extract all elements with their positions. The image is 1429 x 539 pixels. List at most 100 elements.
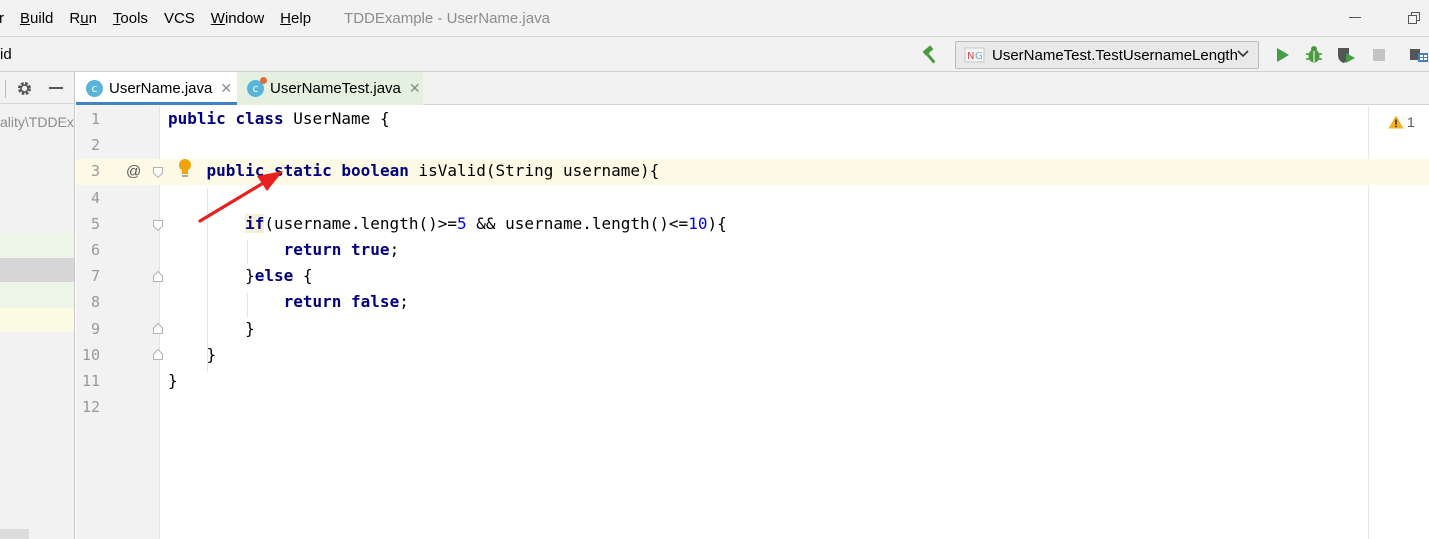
menu-item[interactable]: Window (211, 10, 264, 27)
editor-tabs: c UserName.java ✕ c UserNameTest.java ✕ (76, 72, 1429, 105)
code-token: UserName { (283, 109, 390, 128)
close-tab-icon[interactable]: ✕ (409, 80, 421, 97)
line-number: 9 (90, 319, 100, 338)
line-number: 7 (90, 267, 100, 286)
lightbulb-icon[interactable] (177, 158, 193, 178)
line-number: 8 (90, 293, 100, 312)
code-line[interactable]: return true; (168, 240, 400, 259)
breadcrumb[interactable]: id (0, 46, 12, 63)
code-token: false (351, 292, 400, 312)
tab-username-java[interactable]: c UserName.java ✕ (76, 72, 237, 105)
window-title: TDDExample - UserName.java (344, 9, 550, 27)
menu-items: r Build Run Tools VCS Window Help (0, 10, 327, 27)
chevron-down-icon (1237, 50, 1249, 58)
line-number: 5 (90, 214, 100, 233)
menu-item[interactable]: r (0, 10, 4, 27)
run-configuration-label: UserNameTest.TestUsernameLength (992, 46, 1238, 64)
project-tree-row[interactable] (0, 308, 74, 332)
menu-item[interactable]: Tools (113, 10, 148, 27)
code-token: { (293, 266, 313, 286)
code-token: } (168, 371, 178, 390)
code-token: && username.length()<= (466, 213, 689, 233)
fold-icon[interactable] (153, 220, 163, 231)
code-token: public (168, 109, 226, 128)
code-line[interactable]: return false; (168, 292, 409, 311)
line-number: 11 (81, 372, 100, 390)
annotation-arrow (198, 171, 283, 223)
menu-item[interactable]: VCS (164, 10, 195, 27)
project-structure-icon[interactable] (1409, 45, 1429, 65)
minimize-window-icon[interactable] (1349, 17, 1361, 18)
code-token: isValid(String username){ (408, 161, 660, 181)
run-configuration-select[interactable]: N G UserNameTest.TestUsernameLength (955, 41, 1259, 69)
project-tree-row-selected[interactable] (0, 258, 74, 282)
warning-count: 1 (1407, 114, 1415, 130)
line-number: 3 (90, 162, 100, 181)
line-number: 6 (90, 241, 100, 259)
code-line[interactable]: } (168, 344, 217, 364)
code-line[interactable]: } (168, 319, 255, 338)
active-tab-indicator (76, 102, 237, 105)
code-line[interactable]: }else { (168, 266, 313, 286)
project-tree-row[interactable] (0, 233, 74, 257)
code-token: 10 (688, 213, 708, 233)
menu-item[interactable]: Help (280, 10, 311, 27)
svg-text:N: N (967, 51, 974, 62)
horizontal-scrollbar[interactable] (0, 529, 29, 539)
project-panel-header (0, 72, 74, 104)
run-icon[interactable] (1272, 45, 1292, 65)
code-token: return (283, 292, 342, 312)
menu-bar: r Build Run Tools VCS Window Help TDDExample -… (0, 0, 1429, 36)
fold-icon[interactable] (153, 167, 163, 178)
fold-end-icon[interactable] (153, 349, 163, 360)
line-number: 2 (90, 136, 100, 155)
close-tab-icon[interactable]: ✕ (220, 80, 232, 97)
stop-icon[interactable] (1369, 45, 1389, 65)
code-token: return (283, 240, 342, 259)
svg-text:G: G (975, 51, 983, 62)
restore-window-icon[interactable] (1408, 12, 1420, 24)
hide-panel-icon[interactable] (49, 87, 63, 89)
warning-icon (1388, 115, 1404, 129)
coverage-icon[interactable] (1336, 45, 1356, 65)
menu-item[interactable]: Build (20, 10, 53, 27)
code-token: 5 (456, 213, 467, 233)
gear-icon[interactable] (16, 80, 33, 97)
class-icon: c (86, 80, 103, 97)
tab-label: UserName.java (109, 80, 213, 97)
debug-icon[interactable] (1304, 45, 1324, 65)
project-tree-row[interactable] (0, 283, 74, 307)
hammer-icon[interactable] (920, 45, 940, 65)
code-token: } (168, 344, 217, 364)
code-token: else (254, 266, 294, 286)
line-number: 4 (90, 188, 100, 207)
implements-marker-icon[interactable]: @ (126, 163, 141, 180)
code-token: class (235, 109, 284, 128)
tab-label: UserNameTest.java (270, 80, 401, 97)
code-line[interactable]: public class UserName { (168, 109, 390, 128)
test-config-icon: N G (964, 46, 986, 64)
code-token: true (351, 240, 390, 259)
line-number: 10 (81, 345, 100, 364)
code-token: boolean (341, 161, 409, 181)
divider (5, 80, 6, 98)
project-tree-path[interactable]: ality\TDDExample (0, 114, 74, 130)
fold-end-icon[interactable] (153, 271, 163, 282)
fold-end-icon[interactable] (153, 323, 163, 334)
project-tool-window: ality\TDDExample (0, 72, 75, 539)
menu-item[interactable]: Run (69, 10, 97, 27)
code-line[interactable]: } (168, 371, 178, 390)
tab-usernametest-java[interactable]: c UserNameTest.java ✕ (237, 72, 423, 105)
test-class-icon: c (247, 77, 267, 97)
code-token: ; (389, 240, 400, 259)
line-number: 1 (90, 110, 100, 128)
code-token: } (168, 318, 255, 338)
code-token: ; (399, 292, 409, 312)
inspection-widget[interactable]: 1 (1388, 114, 1415, 130)
